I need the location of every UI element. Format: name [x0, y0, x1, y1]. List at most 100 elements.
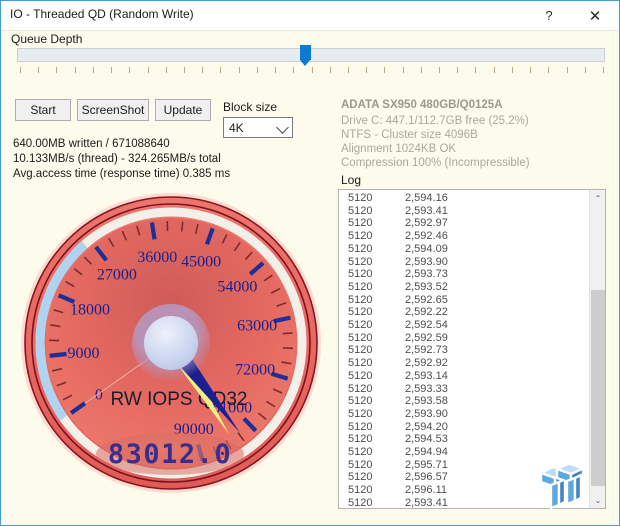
slider-tick: [220, 67, 222, 73]
slider-tick: [20, 67, 21, 73]
log-cell-size: 5120: [348, 306, 373, 319]
chevron-down-icon: [276, 121, 289, 134]
log-cell-size: 5120: [348, 331, 373, 344]
log-row[interactable]: 5120 2,593.90: [339, 256, 589, 269]
gauge-tick-label: 72000: [235, 362, 275, 379]
slider-tick: [493, 67, 495, 73]
log-cell-value: 2,596.57: [405, 471, 448, 484]
log-row[interactable]: 5120 2,593.14: [339, 370, 589, 383]
log-cell-size: 5120: [348, 458, 373, 471]
slider-tick: [74, 67, 76, 73]
log-cell-value: 2,593.14: [405, 369, 448, 382]
log-cell-value: 2,593.52: [405, 280, 448, 293]
log-cell-value: 2,593.90: [405, 255, 448, 268]
log-row[interactable]: 5120 2,594.16: [339, 192, 589, 205]
log-row[interactable]: 5120 2,592.65: [339, 294, 589, 307]
update-button[interactable]: Update: [155, 99, 211, 121]
slider-tick: [293, 67, 295, 73]
scrollbar-thumb[interactable]: [591, 290, 605, 486]
log-cell-value: 2,595.71: [405, 458, 448, 471]
log-row[interactable]: 5120 2,594.09: [339, 243, 589, 256]
log-row[interactable]: 5120 2,592.46: [339, 230, 589, 243]
log-cell-size: 5120: [348, 496, 373, 509]
drive-alignment: Alignment 1024KB OK: [341, 143, 457, 155]
start-button[interactable]: Start: [15, 99, 71, 121]
log-cell-size: 5120: [348, 357, 373, 370]
gauge-title: RW IOPS QD32: [111, 389, 248, 410]
log-cell-size: 5120: [348, 369, 373, 382]
slider-tick: [584, 67, 586, 73]
close-button[interactable]: ✕: [573, 1, 617, 30]
log-cell-value: 2,593.41: [405, 204, 448, 217]
log-row[interactable]: 5120 2,592.54: [339, 319, 589, 332]
slider-tick: [147, 67, 149, 73]
log-row[interactable]: 5120 2,592.97: [339, 217, 589, 230]
screenshot-button[interactable]: ScreenShot: [77, 99, 149, 121]
log-cell-size: 5120: [348, 217, 373, 230]
slider-tick: [511, 67, 513, 73]
slider-tick: [202, 67, 204, 73]
log-panel[interactable]: 5120 2,594.16 5120 2,593.41 5120 2,592.97 5120…: [338, 189, 606, 509]
log-cell-value: 2,592.92: [405, 357, 448, 370]
slider-tick: [439, 67, 441, 73]
log-row[interactable]: 5120 2,594.53: [339, 433, 589, 446]
gauge-tick-label: 9000: [67, 345, 99, 362]
log-cell-value: 2,592.46: [405, 230, 448, 243]
log-row[interactable]: 5120 2,592.73: [339, 344, 589, 357]
slider-tick: [238, 67, 240, 73]
log-cell-size: 5120: [348, 344, 373, 357]
log-row[interactable]: 5120 2,592.22: [339, 306, 589, 319]
slider-tick: [402, 67, 404, 73]
log-cell-size: 5120: [348, 268, 373, 281]
log-scrollbar[interactable]: ⌃ ⌄: [589, 190, 605, 508]
log-cell-value: 2,593.90: [405, 407, 448, 420]
block-size-value: 4K: [229, 120, 244, 135]
stats-throughput: 10.133MB/s (thread) - 324.265MB/s total: [13, 153, 221, 165]
slider-tick: [275, 67, 277, 73]
stats-access-time: Avg.access time (response time) 0.385 ms: [13, 168, 231, 180]
log-cell-value: 2,596.11: [405, 484, 448, 497]
queue-depth-slider[interactable]: [17, 45, 607, 76]
block-size-label: Block size: [223, 100, 278, 114]
log-cell-size: 5120: [348, 484, 373, 497]
slider-tick: [329, 67, 331, 73]
log-row[interactable]: 5120 2,593.58: [339, 395, 589, 408]
log-cell-value: 2,594.94: [405, 446, 448, 459]
slider-tick: [165, 67, 167, 73]
log-label: Log: [341, 173, 362, 187]
gauge-readout: 83012.0: [108, 439, 232, 470]
slider-track[interactable]: [17, 48, 605, 62]
log-row[interactable]: 5120 2,594.20: [339, 421, 589, 434]
slider-tick: [38, 67, 40, 73]
slider-tick: [311, 67, 313, 73]
iops-gauge: 0 9000 18000 27000 36000 45000 54000 63000 72000…: [19, 193, 323, 497]
scroll-down-icon[interactable]: ⌄: [590, 492, 605, 508]
log-row[interactable]: 5120 2,593.73: [339, 268, 589, 281]
log-cell-value: 2,593.33: [405, 382, 448, 395]
drive-filesystem: NTFS - Cluster size 4096B: [341, 129, 478, 141]
block-size-select[interactable]: 4K: [223, 117, 293, 138]
log-cell-value: 2,594.20: [405, 420, 448, 433]
help-button[interactable]: ?: [527, 1, 571, 30]
log-row[interactable]: 5120 2,593.90: [339, 408, 589, 421]
slider-tick: [566, 67, 568, 73]
log-cell-size: 5120: [348, 420, 373, 433]
log-cell-size: 5120: [348, 242, 373, 255]
slider-tick: [475, 67, 477, 73]
scroll-up-icon[interactable]: ⌃: [590, 190, 605, 206]
slider-tick: [92, 67, 94, 73]
log-row[interactable]: 5120 2,592.92: [339, 357, 589, 370]
slider-tick-marks: [20, 67, 604, 74]
log-cell-value: 2,592.97: [405, 217, 448, 230]
gauge-minor-tick: [282, 332, 293, 335]
log-row[interactable]: 5120 2,593.33: [339, 383, 589, 396]
slider-thumb[interactable]: [300, 45, 311, 66]
gauge-major-tick: [49, 351, 67, 358]
slider-tick: [384, 67, 386, 73]
log-row[interactable]: 5120 2,593.52: [339, 281, 589, 294]
log-row[interactable]: 5120 2,593.41: [339, 205, 589, 218]
log-row[interactable]: 5120 2,594.94: [339, 446, 589, 459]
log-cell-size: 5120: [348, 280, 373, 293]
log-cell-size: 5120: [348, 382, 373, 395]
log-row[interactable]: 5120 2,592.59: [339, 332, 589, 345]
